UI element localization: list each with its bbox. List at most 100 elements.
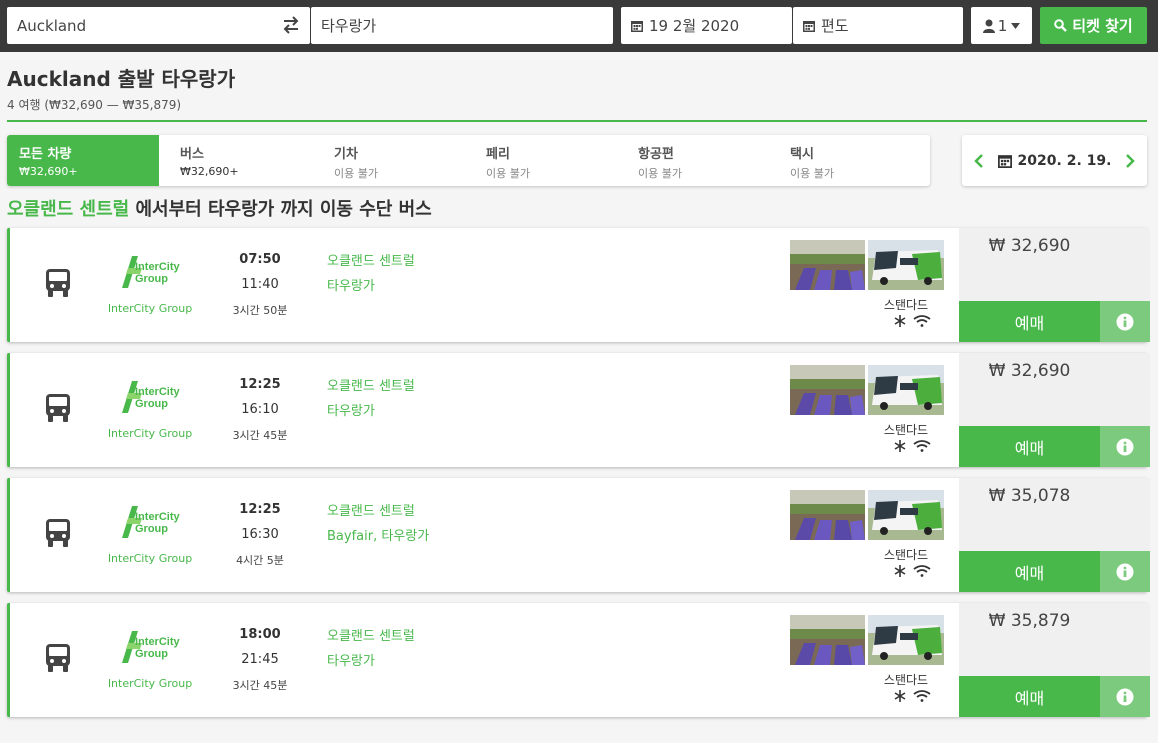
bus-icon [46,644,70,672]
ticket-price: ₩ 35,078 [988,486,1071,506]
bus-icon [46,519,70,547]
fare-class: 스탠다드 [883,673,929,687]
ticket-price: ₩ 32,690 [988,236,1071,256]
tab-taxi[interactable]: 택시 이용 불가 [778,135,930,186]
departure-station[interactable]: 오클랜드 센트럴 [327,500,415,519]
chevron-left-icon[interactable] [974,153,984,168]
trip-duration: 4시간 5분 [236,554,284,567]
company-name[interactable]: InterCity Group [100,427,200,440]
info-button[interactable] [1100,301,1150,342]
route-heading: 오클랜드 센트럴 에서부터 타우랑가 까지 이동 수단 버스 [7,195,432,221]
book-button[interactable]: 예매 [959,676,1100,717]
info-button[interactable] [1100,426,1150,467]
arrival-time: 21:45 [241,652,279,667]
info-icon [1116,563,1134,580]
bus-interior-photo[interactable] [790,365,865,415]
calendar-icon [997,154,1012,168]
destination-input[interactable]: 타우랑가 [311,7,613,44]
book-button[interactable]: 예매 [959,551,1100,592]
bus-interior-photo[interactable] [790,615,865,665]
logo-line1: InterCity [135,386,181,398]
book-button[interactable]: 예매 [959,301,1100,342]
tab-bus[interactable]: 버스 ₩32,690+ [168,135,320,186]
arrival-station[interactable]: Bayfair, 타우랑가 [327,525,429,544]
bus-exterior-photo[interactable] [868,490,944,540]
intercity-logo: InterCity Group [122,631,181,663]
trip-duration: 3시간 45분 [232,679,288,692]
chevron-right-icon[interactable] [1125,153,1135,168]
origin-input[interactable]: Auckland [7,7,310,44]
departure-time: 07:50 [239,252,281,267]
info-button[interactable] [1100,676,1150,717]
bus-interior-photo[interactable] [790,240,865,290]
bus-icon [46,269,70,297]
wifi-icon [913,440,931,452]
tab-status: 이용 불가 [638,167,682,180]
bus-exterior-photo[interactable] [868,240,944,290]
route-origin: 오클랜드 센트럴 [7,199,130,220]
info-button[interactable] [1100,551,1150,592]
company-name[interactable]: InterCity Group [100,677,200,690]
departure-date-input[interactable]: 19 2월 2020 [621,7,792,44]
fare-class: 스탠다드 [883,548,929,562]
amenities [894,565,931,577]
tab-status: 이용 불가 [486,167,530,180]
departure-station[interactable]: 오클랜드 센트럴 [327,250,415,269]
price-panel: ₩ 35,078 예매 [959,478,1150,592]
departure-time: 12:25 [239,377,281,392]
search-tickets-button[interactable]: 티켓 찾기 [1040,7,1147,44]
bus-exterior-photo[interactable] [868,615,944,665]
logo-line2: Group [135,648,168,660]
amenities [894,440,931,452]
swap-icon[interactable] [282,15,300,35]
arrival-station[interactable]: 타우랑가 [327,650,375,669]
amenities [894,690,931,702]
tab-all[interactable]: 모든 차량 ₩32,690+ [7,135,159,186]
trip-summary: 4 여행 (₩32,690 — ₩35,879) [7,98,182,112]
departure-station[interactable]: 오클랜드 센트럴 [327,375,415,394]
tab-label: 택시 [790,147,814,162]
destination-value: 타우랑가 [321,17,377,35]
trip-duration: 3시간 50분 [232,304,288,317]
tab-flight[interactable]: 항공편 이용 불가 [626,135,778,186]
current-date[interactable]: 2020. 2. 19. [997,152,1112,169]
passenger-count: 1 [997,16,1008,35]
date-navigator: 2020. 2. 19. [962,135,1147,186]
company-name[interactable]: InterCity Group [100,302,200,315]
current-date-label: 2020. 2. 19. [1017,152,1112,169]
ticket-price: ₩ 35,879 [988,611,1071,631]
return-date-value: 편도 [821,17,849,35]
return-date-input[interactable]: 편도 [793,7,963,44]
info-icon [1116,313,1134,330]
departure-station[interactable]: 오클랜드 센트럴 [327,625,415,644]
arrival-station[interactable]: 타우랑가 [327,275,375,294]
tab-train[interactable]: 기차 이용 불가 [322,135,474,186]
info-icon [1116,438,1134,455]
company-name[interactable]: InterCity Group [100,552,200,565]
bus-interior-photo[interactable] [790,490,865,540]
tab-label: 버스 [180,147,204,162]
price-panel: ₩ 32,690 예매 [959,228,1150,342]
wifi-icon [913,315,931,327]
route-heading-rest: 에서부터 타우랑가 까지 이동 수단 버스 [129,199,432,220]
price-panel: ₩ 35,879 예매 [959,603,1150,717]
bus-exterior-photo[interactable] [868,365,944,415]
snowflake-icon [894,565,906,577]
page-title: Auckland 출발 타우랑가 [7,67,236,91]
search-icon [1054,19,1068,32]
result-card: InterCity Group InterCity Group 07:50 11… [7,228,1150,342]
result-card: InterCity Group InterCity Group 12:25 16… [7,478,1150,592]
transport-mode-tabs: 모든 차량 ₩32,690+ 버스 ₩32,690+ 기차 이용 불가 페리 이… [7,135,930,186]
intercity-logo: InterCity Group [122,381,181,413]
tab-ferry[interactable]: 페리 이용 불가 [474,135,626,186]
tab-label: 기차 [334,147,358,162]
logo-line2: Group [135,523,168,535]
calendar-icon [631,20,643,32]
arrival-station[interactable]: 타우랑가 [327,400,375,419]
wifi-icon [913,565,931,577]
snowflake-icon [894,315,906,327]
arrival-time: 11:40 [241,277,279,292]
user-icon [982,19,995,33]
book-button[interactable]: 예매 [959,426,1100,467]
passenger-select[interactable]: 1 [971,7,1032,44]
